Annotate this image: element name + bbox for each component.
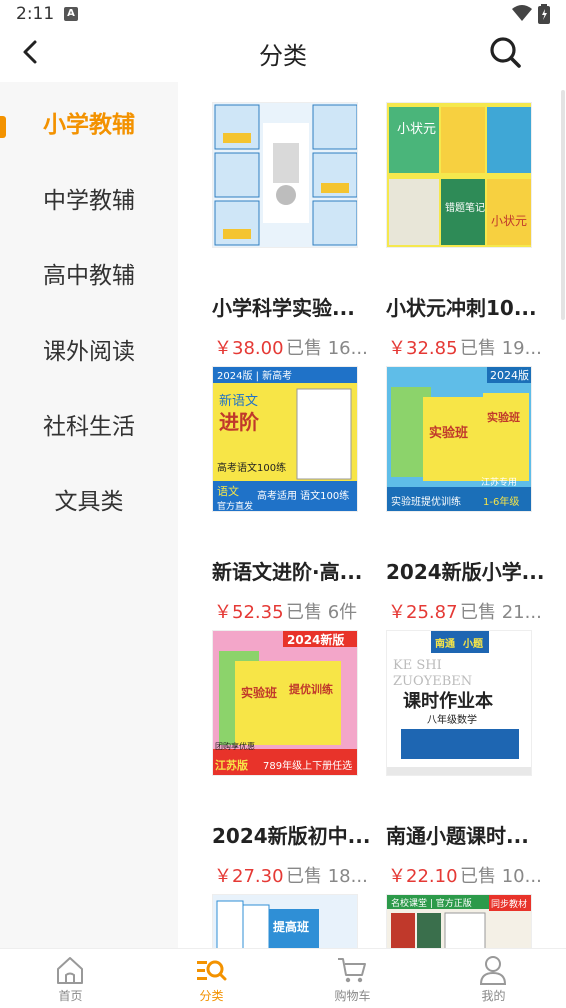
- product-image: 南通 小题 KE SHI ZUOYEBEN 课时作业本 八年级数学: [386, 630, 532, 776]
- svg-text:实验班提优训练: 实验班提优训练: [391, 495, 461, 508]
- product-card[interactable]: 名校课堂 | 官方正版 同步教材: [386, 894, 554, 948]
- product-sold-count: 已售 18...: [286, 866, 368, 887]
- battery-icon: [538, 4, 550, 24]
- svg-text:2024版 | 新高考: 2024版 | 新高考: [217, 369, 292, 382]
- svg-text:ZUOYEBEN: ZUOYEBEN: [393, 674, 472, 689]
- product-card[interactable]: 小学科学实验... ￥38.00 已售 16...: [212, 102, 380, 362]
- category-item-reading[interactable]: 课外阅读: [0, 322, 178, 382]
- svg-text:2024新版: 2024新版: [287, 632, 344, 647]
- svg-text:实验班: 实验班: [241, 685, 277, 700]
- category-item-middle[interactable]: 中学教辅: [0, 171, 178, 231]
- category-item-high[interactable]: 高中教辅: [0, 246, 178, 306]
- product-card[interactable]: 2024版 | 新高考 新语文 进阶 高考语文100练 语文 官方直发 高考适用…: [212, 366, 380, 626]
- product-sold-count: 已售 16...: [286, 338, 368, 359]
- notification-icon: A: [64, 7, 78, 21]
- svg-text:高考语文100练: 高考语文100练: [217, 461, 286, 474]
- product-title: 小状元冲刺10...: [386, 296, 537, 320]
- tab-cart[interactable]: 购物车: [282, 949, 423, 1008]
- product-card[interactable]: 2024新版 实验班 提优训练 团购享优惠 江苏版 789年级上下册任选 202…: [212, 630, 380, 890]
- svg-text:南通: 南通: [435, 637, 455, 650]
- svg-text:2024版: 2024版: [490, 368, 529, 382]
- product-title: 小学科学实验...: [212, 296, 355, 320]
- search-icon: [490, 37, 521, 68]
- product-image: 2024版 实验班 实验班 江苏专用 实验班提优训练 1-6年级: [386, 366, 532, 512]
- product-sold-count: 已售 10...: [460, 866, 542, 887]
- search-button[interactable]: [486, 34, 524, 70]
- tab-category[interactable]: 分类: [141, 949, 282, 1008]
- header: 分类: [0, 28, 566, 78]
- page-title: 分类: [259, 42, 307, 70]
- product-title: 南通小题课时...: [386, 824, 529, 848]
- status-bar: 2:11 A: [0, 0, 566, 28]
- product-grid: 小学科学实验... ￥38.00 已售 16... 小状元 错题笔记 小状元 小…: [178, 82, 566, 948]
- product-card[interactable]: 南通 小题 KE SHI ZUOYEBEN 课时作业本 八年级数学 南通小题课时…: [386, 630, 554, 890]
- tab-profile[interactable]: 我的: [423, 949, 564, 1008]
- svg-text:KE SHI: KE SHI: [393, 658, 442, 673]
- svg-text:小状元: 小状元: [491, 214, 527, 228]
- svg-text:官方直发: 官方直发: [217, 500, 253, 512]
- svg-text:提高班: 提高班: [273, 919, 309, 934]
- svg-text:江苏专用: 江苏专用: [481, 476, 517, 488]
- svg-text:实验班: 实验班: [487, 410, 520, 424]
- svg-text:名校课堂 | 官方正版: 名校课堂 | 官方正版: [391, 897, 472, 909]
- svg-text:团购享优惠: 团购享优惠: [215, 741, 255, 751]
- product-image: 名校课堂 | 官方正版 同步教材: [386, 894, 532, 948]
- product-sold-count: 已售 21...: [460, 602, 542, 623]
- product-price: ￥38.00: [214, 338, 284, 359]
- category-item-social[interactable]: 社科生活: [0, 397, 178, 457]
- svg-text:实验班: 实验班: [429, 425, 468, 441]
- home-icon: [57, 957, 83, 984]
- status-time: 2:11: [16, 4, 55, 24]
- profile-icon: [479, 956, 507, 985]
- svg-text:新语文: 新语文: [219, 393, 258, 409]
- product-image: 2024新版 实验班 提优训练 团购享优惠 江苏版 789年级上下册任选: [212, 630, 358, 776]
- svg-text:江苏版: 江苏版: [215, 758, 248, 772]
- tab-label: 首页: [58, 989, 83, 1003]
- product-price: ￥22.10: [388, 866, 458, 887]
- product-title: 2024新版小学...: [386, 560, 545, 584]
- svg-text:高考适用 语文100练: 高考适用 语文100练: [257, 489, 349, 502]
- svg-text:1-6年级: 1-6年级: [483, 495, 519, 508]
- wifi-icon: [512, 5, 532, 21]
- product-image: [212, 102, 358, 248]
- product-price: ￥32.85: [388, 338, 458, 359]
- product-title: 2024新版初中...: [212, 824, 371, 848]
- svg-text:小状元: 小状元: [397, 122, 436, 137]
- svg-text:小题: 小题: [462, 637, 484, 650]
- bottom-tab-bar: 首页 分类 购物车 我的: [0, 948, 566, 1008]
- product-card[interactable]: 2024版 实验班 实验班 江苏专用 实验班提优训练 1-6年级 2024新版小…: [386, 366, 554, 626]
- svg-text:八年级数学: 八年级数学: [427, 713, 477, 726]
- svg-text:语文: 语文: [217, 484, 239, 498]
- svg-text:提优训练: 提优训练: [289, 682, 333, 696]
- category-icon: [197, 960, 227, 981]
- tab-home[interactable]: 首页: [0, 949, 141, 1008]
- product-sold-count: 已售 19...: [460, 338, 542, 359]
- product-title: 新语文进阶·高...: [212, 560, 363, 584]
- svg-text:错题笔记: 错题笔记: [445, 201, 485, 214]
- category-item-primary[interactable]: 小学教辅: [0, 95, 178, 155]
- product-card[interactable]: 提高班: [212, 894, 380, 948]
- product-price: ￥52.35: [214, 602, 284, 623]
- category-item-stationery[interactable]: 文具类: [0, 472, 178, 532]
- product-price: ￥27.30: [214, 866, 284, 887]
- product-price: ￥25.87: [388, 602, 458, 623]
- product-image: 提高班: [212, 894, 358, 948]
- svg-text:同步教材: 同步教材: [491, 898, 527, 910]
- category-sidebar: 小学教辅 中学教辅 高中教辅 课外阅读 社科生活 文具类: [0, 82, 178, 948]
- svg-text:课时作业本: 课时作业本: [403, 690, 493, 712]
- tab-label: 分类: [199, 989, 224, 1003]
- tab-label: 我的: [481, 989, 506, 1003]
- svg-text:进阶: 进阶: [219, 410, 260, 434]
- product-sold-count: 已售 6件: [286, 602, 358, 623]
- product-card[interactable]: 小状元 错题笔记 小状元 小状元冲刺10... ￥32.85 已售 19...: [386, 102, 554, 362]
- cart-icon: [338, 958, 366, 983]
- svg-text:789年级上下册任选: 789年级上下册任选: [263, 759, 352, 772]
- scrollbar-thumb[interactable]: [561, 90, 565, 320]
- product-image: 2024版 | 新高考 新语文 进阶 高考语文100练 语文 官方直发 高考适用…: [212, 366, 358, 512]
- tab-label: 购物车: [334, 989, 371, 1003]
- product-image: 小状元 错题笔记 小状元: [386, 102, 532, 248]
